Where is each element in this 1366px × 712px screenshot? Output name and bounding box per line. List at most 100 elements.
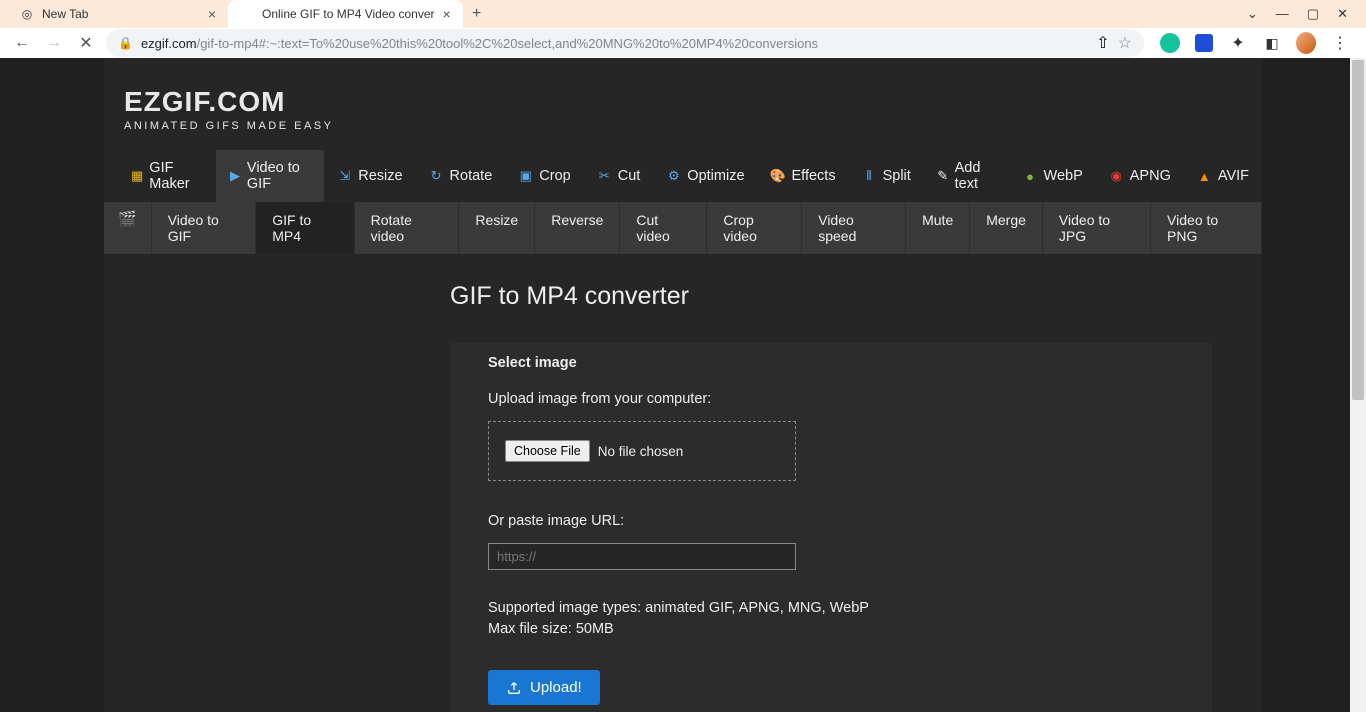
menu-dots-icon[interactable]: ⋮ [1330, 33, 1350, 53]
choose-file-button[interactable]: Choose File [505, 440, 590, 462]
nav-icon: ✎ [937, 169, 949, 184]
close-window-button[interactable]: ✕ [1337, 6, 1348, 22]
star-icon[interactable]: ☆ [1118, 33, 1132, 53]
sub-nav-item[interactable]: Video to GIF [152, 202, 257, 254]
nav-label: Rotate [450, 168, 493, 184]
sub-nav-item[interactable]: Resize [459, 202, 535, 254]
fieldset-legend: Select image [486, 355, 579, 371]
sub-nav-icon-item[interactable]: 🎬 [104, 202, 152, 254]
sub-nav-item[interactable]: Reverse [535, 202, 620, 254]
scrollbar-thumb[interactable] [1352, 60, 1364, 400]
page-container: EZGIF.COM ANIMATED GIFS MADE EASY ▦ GIF M… [104, 58, 1262, 712]
upload-button[interactable]: Upload! [488, 670, 600, 705]
file-status-text: No file chosen [598, 444, 684, 459]
back-button[interactable]: ← [10, 31, 34, 55]
nav-label: WebP [1044, 168, 1083, 184]
sub-nav-item[interactable]: Video to PNG [1151, 202, 1262, 254]
nav-label: Optimize [687, 168, 744, 184]
extension-shield-icon[interactable] [1194, 33, 1214, 53]
tab-ezgif[interactable]: Online GIF to MP4 Video conver × [228, 0, 463, 28]
new-tab-button[interactable]: + [463, 0, 491, 28]
toolbar-actions: ✦ ◧ ⋮ [1160, 33, 1356, 53]
nav-icon: ▦ [131, 169, 143, 184]
sub-nav-item[interactable]: Merge [970, 202, 1043, 254]
main-nav-item[interactable]: ▶Video to GIF [216, 150, 324, 202]
chevron-down-icon[interactable]: ⌄ [1247, 6, 1258, 22]
forward-button[interactable]: → [42, 31, 66, 55]
nav-icon: ⇲ [337, 169, 352, 184]
nav-label: GIF Maker [149, 160, 203, 192]
main-nav-item[interactable]: ⇲ Resize [324, 150, 415, 202]
main-nav-item[interactable]: ◉ APNG [1096, 150, 1184, 202]
nav-icon: 🎨 [771, 169, 786, 184]
nav-label: Video to GIF [247, 160, 311, 192]
favicon-ezgif [240, 7, 254, 21]
close-icon[interactable]: × [208, 6, 216, 22]
nav-label: AVIF [1218, 168, 1249, 184]
nav-label: Cut [618, 168, 641, 184]
extensions-puzzle-icon[interactable]: ✦ [1228, 33, 1248, 53]
main-nav-item[interactable]: ✂ Cut [584, 150, 654, 202]
file-drop-zone[interactable]: Choose File No file chosen [488, 421, 796, 481]
nav-label: Split [883, 168, 911, 184]
url-input[interactable] [488, 543, 796, 570]
nav-icon: ⫴ [862, 169, 877, 184]
page-viewport: EZGIF.COM ANIMATED GIFS MADE EASY ▦ GIF M… [0, 58, 1366, 712]
main-nav-item[interactable]: ⚙ Optimize [653, 150, 757, 202]
url-text: ezgif.com/gif-to-mp4#:~:text=To%20use%20… [141, 36, 818, 51]
nav-icon: ▲ [1197, 169, 1212, 184]
sub-nav-item[interactable]: Video speed [802, 202, 906, 254]
side-panel-icon[interactable]: ◧ [1262, 33, 1282, 53]
main-nav-item[interactable]: ⫴ Split [849, 150, 924, 202]
sub-nav-item[interactable]: Rotate video [355, 202, 460, 254]
maximize-button[interactable]: ▢ [1307, 6, 1319, 22]
nav-icon: ⚙ [666, 169, 681, 184]
main-nav-item[interactable]: ▣Crop [505, 150, 583, 202]
sub-nav-item[interactable]: Cut video [620, 202, 707, 254]
max-size-text: Max file size: 50MB [488, 619, 1174, 640]
page-title: GIF to MP4 converter [450, 282, 1262, 311]
tab-title: Online GIF to MP4 Video conver [262, 7, 435, 21]
main-nav-item[interactable]: ↻Rotate [416, 150, 506, 202]
tab-strip: ◎ New Tab × Online GIF to MP4 Video conv… [0, 0, 1366, 28]
nav-icon: ✂ [597, 169, 612, 184]
browser-toolbar: ← → ✕ 🔒 ezgif.com/gif-to-mp4#:~:text=To%… [0, 28, 1366, 58]
main-nav: ▦ GIF Maker ▶Video to GIF ⇲ Resize ↻Rotate▣Cr… [104, 150, 1262, 202]
site-header: EZGIF.COM ANIMATED GIFS MADE EASY [104, 58, 1262, 150]
sub-nav: 🎬 Video to GIFGIF to MP4Rotate videoResiz… [104, 202, 1262, 254]
nav-label: Add text [955, 160, 997, 192]
share-icon[interactable]: ⇧ [1096, 33, 1109, 53]
window-controls: ⌄ ― ▢ ✕ [1229, 0, 1366, 28]
nav-icon: ● [1023, 169, 1038, 184]
main-nav-item[interactable]: ▲ AVIF [1184, 150, 1262, 202]
lock-icon: 🔒 [118, 36, 133, 50]
nav-label: APNG [1130, 168, 1171, 184]
tab-new-tab[interactable]: ◎ New Tab × [8, 0, 228, 28]
sub-nav-item[interactable]: Crop video [707, 202, 802, 254]
profile-avatar[interactable] [1296, 33, 1316, 53]
url-label: Or paste image URL: [488, 513, 1174, 529]
main-nav-item[interactable]: 🎨Effects [758, 150, 849, 202]
stop-reload-button[interactable]: ✕ [74, 31, 98, 55]
info-text: Supported image types: animated GIF, APN… [488, 598, 1174, 640]
main-nav-item[interactable]: ● WebP [1010, 150, 1096, 202]
logo-main[interactable]: EZGIF.COM [124, 86, 1262, 118]
nav-icon: ◉ [1109, 169, 1124, 184]
minimize-button[interactable]: ― [1276, 6, 1289, 22]
browser-chrome: ◎ New Tab × Online GIF to MP4 Video conv… [0, 0, 1366, 58]
address-bar[interactable]: 🔒 ezgif.com/gif-to-mp4#:~:text=To%20use%… [106, 29, 1144, 57]
close-icon[interactable]: × [443, 6, 451, 22]
content-area: GIF to MP4 converter Select image Upload… [104, 254, 1262, 712]
sub-nav-item[interactable]: Mute [906, 202, 970, 254]
main-nav-item[interactable]: ✎ Add text [924, 150, 1010, 202]
upload-fieldset: Select image Upload image from your comp… [450, 335, 1212, 712]
film-icon: 🎬 [118, 211, 137, 228]
nav-label: Resize [358, 168, 402, 184]
sub-nav-item[interactable]: Video to JPG [1043, 202, 1151, 254]
sub-nav-item[interactable]: GIF to MP4 [256, 202, 354, 254]
nav-icon: ▣ [518, 169, 533, 184]
logo-tagline: ANIMATED GIFS MADE EASY [124, 120, 1262, 132]
scrollbar-track[interactable] [1350, 58, 1366, 712]
extension-grammarly-icon[interactable] [1160, 33, 1180, 53]
main-nav-item[interactable]: ▦ GIF Maker [118, 150, 216, 202]
